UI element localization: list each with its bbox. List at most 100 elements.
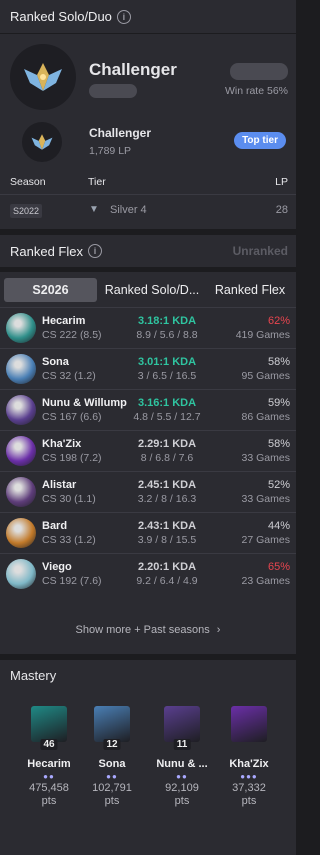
champion-row[interactable]: Hecarim CS 222 (8.5) 3.18:1 KDA 8.9 / 5.6 /… — [0, 307, 296, 348]
ranked-solo-title: Ranked Solo/Duo — [10, 9, 112, 24]
champion-kda-detail: 3.2 / 8 / 16.3 — [137, 493, 197, 505]
lp-redacted — [89, 84, 137, 98]
ranked-flex-header: Ranked Flex i Unranked — [0, 235, 296, 267]
champion-kda: 3.18:1 KDA — [137, 315, 197, 327]
champion-name[interactable]: Kha'Zix — [42, 438, 81, 450]
mastery-level: 12 — [103, 739, 121, 750]
win-rate: Win rate 56% — [224, 85, 288, 97]
champion-portrait[interactable]: 11 — [164, 706, 200, 750]
ranked-solo-header: Ranked Solo/Duo i — [0, 0, 296, 34]
mastery-points: 92,109 — [165, 782, 199, 794]
mastery-item[interactable]: 12 Sona ●● 102,791 pts — [82, 706, 142, 807]
tab-ranked-flex[interactable]: Ranked Flex — [206, 283, 294, 297]
champion-cs: CS 30 (1.1) — [42, 493, 96, 505]
champion-kda-detail: 4.8 / 5.5 / 12.7 — [133, 411, 201, 423]
mastery-title: Mastery — [10, 668, 57, 683]
champion-avatar[interactable] — [6, 436, 36, 466]
mastery-item[interactable]: 11 Nunu & ... ●● 92,109 pts — [152, 706, 212, 807]
champion-kda: 2.45:1 KDA — [137, 479, 197, 491]
lp-column-header: LP — [275, 176, 288, 188]
champion-games: 419 Games — [235, 329, 290, 341]
champion-kda-detail: 3.9 / 8 / 15.5 — [137, 534, 197, 546]
champion-kda-detail: 8 / 6.8 / 7.6 — [140, 452, 194, 464]
champion-name[interactable]: Nunu & Willump — [42, 397, 127, 409]
tab-s2026[interactable]: S2026 — [4, 278, 97, 302]
wolf-tier-icon: ▼ — [89, 204, 99, 215]
champion-name[interactable]: Alistar — [42, 479, 76, 491]
champion-avatar[interactable] — [6, 313, 36, 343]
challenger-small-emblem — [22, 122, 62, 162]
champion-avatar[interactable] — [6, 395, 36, 425]
season-tabs: S2026 Ranked Solo/D... Ranked Flex — [0, 276, 296, 304]
champion-row[interactable]: Bard CS 33 (1.2) 2.43:1 KDA 3.9 / 8 / 15.5 4… — [0, 512, 296, 553]
champion-winrate: 62% — [267, 315, 290, 327]
info-icon[interactable]: i — [116, 9, 131, 24]
champion-winrate: 65% — [267, 561, 290, 573]
champion-name[interactable]: Bard — [42, 520, 67, 532]
champion-stats-card: S2026 Ranked Solo/D... Ranked Flex Hecar… — [0, 272, 296, 654]
champion-portrait[interactable] — [231, 706, 267, 742]
champion-cs: CS 167 (6.6) — [42, 411, 102, 423]
champion-portrait[interactable]: 12 — [94, 706, 130, 750]
tab-ranked-solo[interactable]: Ranked Solo/D... — [101, 283, 203, 297]
ranked-solo-card: Ranked Solo/Duo i Challenger Win rate 56… — [0, 0, 296, 229]
info-icon[interactable]: i — [87, 244, 102, 258]
mastery-champion-name: Nunu & ... — [156, 758, 208, 770]
mastery-points-unit: pts — [174, 795, 190, 807]
champion-portrait[interactable]: 46 — [31, 706, 67, 750]
champion-row[interactable]: Sona CS 32 (1.2) 3.01:1 KDA 3 / 6.5 / 16.5 5… — [0, 348, 296, 389]
mastery-points: 102,791 — [92, 782, 132, 794]
champion-kda: 2.29:1 KDA — [137, 438, 197, 450]
lp-value: 1,789 LP — [89, 145, 132, 157]
mastery-item[interactable]: 46 Hecarim ●● 475,458 pts — [19, 706, 79, 807]
mastery-dots-icon: ●●● — [240, 772, 258, 781]
champion-kda-detail: 3 / 6.5 / 16.5 — [137, 370, 197, 382]
champion-row[interactable]: Alistar CS 30 (1.1) 2.45:1 KDA 3.2 / 8 / 16… — [0, 471, 296, 512]
champion-winrate: 58% — [267, 438, 290, 450]
top-tier-badge: Top tier — [234, 132, 286, 149]
mastery-champion-name: Sona — [98, 758, 126, 770]
champion-name[interactable]: Hecarim — [42, 315, 85, 327]
season-column-header: Season — [10, 176, 46, 188]
champion-avatar[interactable] — [6, 559, 36, 589]
champion-avatar[interactable] — [6, 477, 36, 507]
ranked-flex-card: Ranked Flex i Unranked — [0, 235, 296, 267]
champion-cs: CS 222 (8.5) — [42, 329, 102, 341]
champion-name[interactable]: Viego — [42, 561, 72, 573]
chevron-right-icon: › — [216, 624, 221, 636]
season-table-row: S2022 ▼ Silver 4 28 — [0, 194, 296, 224]
champion-winrate: 44% — [267, 520, 290, 532]
champion-games: 86 Games — [241, 411, 290, 423]
season-table-header: Season Tier LP — [0, 176, 296, 192]
tier-name: Challenger — [89, 60, 177, 79]
champion-row[interactable]: Nunu & Willump CS 167 (6.6) 3.16:1 KDA 4.8 … — [0, 389, 296, 430]
season-badge: S2022 — [10, 204, 43, 218]
champion-cs: CS 32 (1.2) — [42, 370, 96, 382]
champion-cs: CS 192 (7.6) — [42, 575, 102, 587]
champion-cs: CS 198 (7.2) — [42, 452, 102, 464]
champion-name[interactable]: Sona — [42, 356, 69, 368]
mastery-dots-icon: ●● — [43, 772, 55, 781]
show-more-label: Show more + Past seasons — [75, 624, 210, 636]
mastery-points-unit: pts — [104, 795, 120, 807]
show-more-button[interactable]: Show more + Past seasons › — [0, 624, 296, 636]
mastery-level: 46 — [40, 739, 58, 750]
champion-kda: 3.16:1 KDA — [137, 397, 197, 409]
mastery-dots-icon: ●● — [176, 772, 188, 781]
champion-row[interactable]: Viego CS 192 (7.6) 2.20:1 KDA 9.2 / 6.4 / 4… — [0, 553, 296, 594]
champion-games: 27 Games — [241, 534, 290, 546]
mastery-champion-name: Hecarim — [27, 758, 71, 770]
champion-cs: CS 33 (1.2) — [42, 534, 96, 546]
champion-winrate: 52% — [267, 479, 290, 491]
ranked-flex-title: Ranked Flex — [10, 243, 83, 259]
champion-games: 23 Games — [241, 575, 290, 587]
champion-avatar[interactable] — [6, 354, 36, 384]
unranked-label: Unranked — [232, 244, 288, 258]
champion-winrate: 59% — [267, 397, 290, 409]
champion-avatar[interactable] — [6, 518, 36, 548]
mastery-dots-icon: ●● — [106, 772, 118, 781]
champion-kda: 3.01:1 KDA — [137, 356, 197, 368]
challenger-crest-icon-small — [31, 134, 53, 150]
champion-row[interactable]: Kha'Zix CS 198 (7.2) 2.29:1 KDA 8 / 6.8 / 7… — [0, 430, 296, 471]
mastery-item[interactable]: Kha'Zix ●●● 37,332 pts — [219, 706, 279, 807]
